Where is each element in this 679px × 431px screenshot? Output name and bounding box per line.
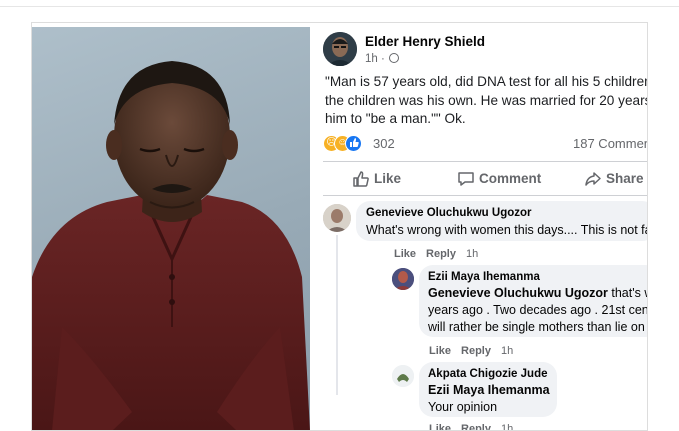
comment-reply-link[interactable]: Reply (426, 248, 456, 260)
thread-line (336, 235, 338, 395)
comment-text: What's wrong with women this days.... Th… (366, 223, 648, 237)
post-author-name[interactable]: Elder Henry Shield (365, 34, 485, 49)
reply-author-avatar-image (392, 365, 414, 387)
post-time[interactable]: 1h (365, 53, 378, 65)
comment-time[interactable]: 1h (466, 248, 478, 260)
reply-reply-link[interactable]: Reply (461, 423, 491, 430)
post-text-line: him to "be a man."" Ok. (325, 111, 466, 126)
post-text-line: "Man is 57 years old, did DNA test for a… (325, 74, 648, 89)
comment-count[interactable]: 187 Comments (573, 136, 647, 151)
post-timestamp[interactable]: 1h · (365, 53, 399, 65)
facebook-post: Elder Henry Shield 1h · "Man is 57 years… (319, 23, 648, 430)
like-button-label: Like (374, 171, 402, 186)
comment-bubble: Genevieve Oluchukwu Ugozor What's wrong … (356, 201, 648, 241)
author-avatar-image (323, 32, 357, 66)
top-divider (0, 6, 679, 7)
reply-mention[interactable]: Ezii Maya Ihemanma (428, 382, 550, 398)
comment-author[interactable]: Genevieve Oluchukwu Ugozor (366, 207, 532, 219)
reply-text: Your opinion (428, 400, 498, 414)
post-text-line: the children was his own. He was married… (325, 92, 648, 108)
reply-text-line: years ago . Two decades ago . 21st centu… (428, 303, 648, 317)
reply-author[interactable]: Ezii Maya Ihemanma (428, 271, 540, 283)
reply-text-after-mention: that's women (611, 286, 647, 300)
reply-author-avatar-image (392, 268, 414, 290)
reply-author-avatar[interactable] (392, 268, 414, 290)
share-icon (585, 172, 601, 186)
reply-time[interactable]: 1h (501, 345, 513, 357)
author-avatar[interactable] (323, 32, 357, 66)
globe-icon (388, 53, 399, 63)
reply-like-link[interactable]: Like (429, 423, 451, 430)
reply-like-link[interactable]: Like (429, 345, 451, 357)
share-button-label: Share (606, 171, 644, 186)
commenter-avatar[interactable] (323, 204, 351, 232)
reply-bubble: Ezii Maya Ihemanma Genevieve Oluchukwu U… (419, 265, 648, 337)
reply-text-line: Genevieve Oluchukwu Ugozor that's women (428, 285, 647, 301)
reply-reply-link[interactable]: Reply (461, 345, 491, 357)
like-reaction-icon (345, 135, 362, 152)
actions-bottom-divider (323, 195, 647, 196)
reply-mention[interactable]: Genevieve Oluchukwu Ugozor (428, 286, 608, 300)
reply-time[interactable]: 1h (501, 423, 513, 430)
commenter-avatar-image (323, 204, 351, 232)
comment-icon (458, 172, 474, 186)
post-photo (32, 27, 310, 430)
comment-like-link[interactable]: Like (394, 248, 416, 260)
reaction-count[interactable]: 302 (373, 136, 395, 151)
actions-top-divider (323, 161, 647, 162)
thumbs-up-icon (353, 171, 369, 187)
comment-actions: Like Reply 1h (394, 248, 488, 260)
screenshot-frame: Elder Henry Shield 1h · "Man is 57 years… (31, 22, 648, 431)
reply-author[interactable]: Akpata Chigozie Jude (428, 368, 548, 380)
comment-button-label: Comment (479, 171, 542, 186)
reply-text-line: will rather be single mothers than lie o… (428, 320, 647, 334)
post-body: "Man is 57 years old, did DNA test for a… (325, 73, 648, 129)
reply-author-avatar[interactable] (392, 365, 414, 387)
reply-actions: Like Reply 1h (429, 345, 523, 357)
man-portrait-illustration (32, 61, 310, 430)
reply-bubble: Akpata Chigozie Jude Ezii Maya Ihemanma … (419, 362, 557, 417)
reply-actions: Like Reply 1h (429, 423, 523, 430)
